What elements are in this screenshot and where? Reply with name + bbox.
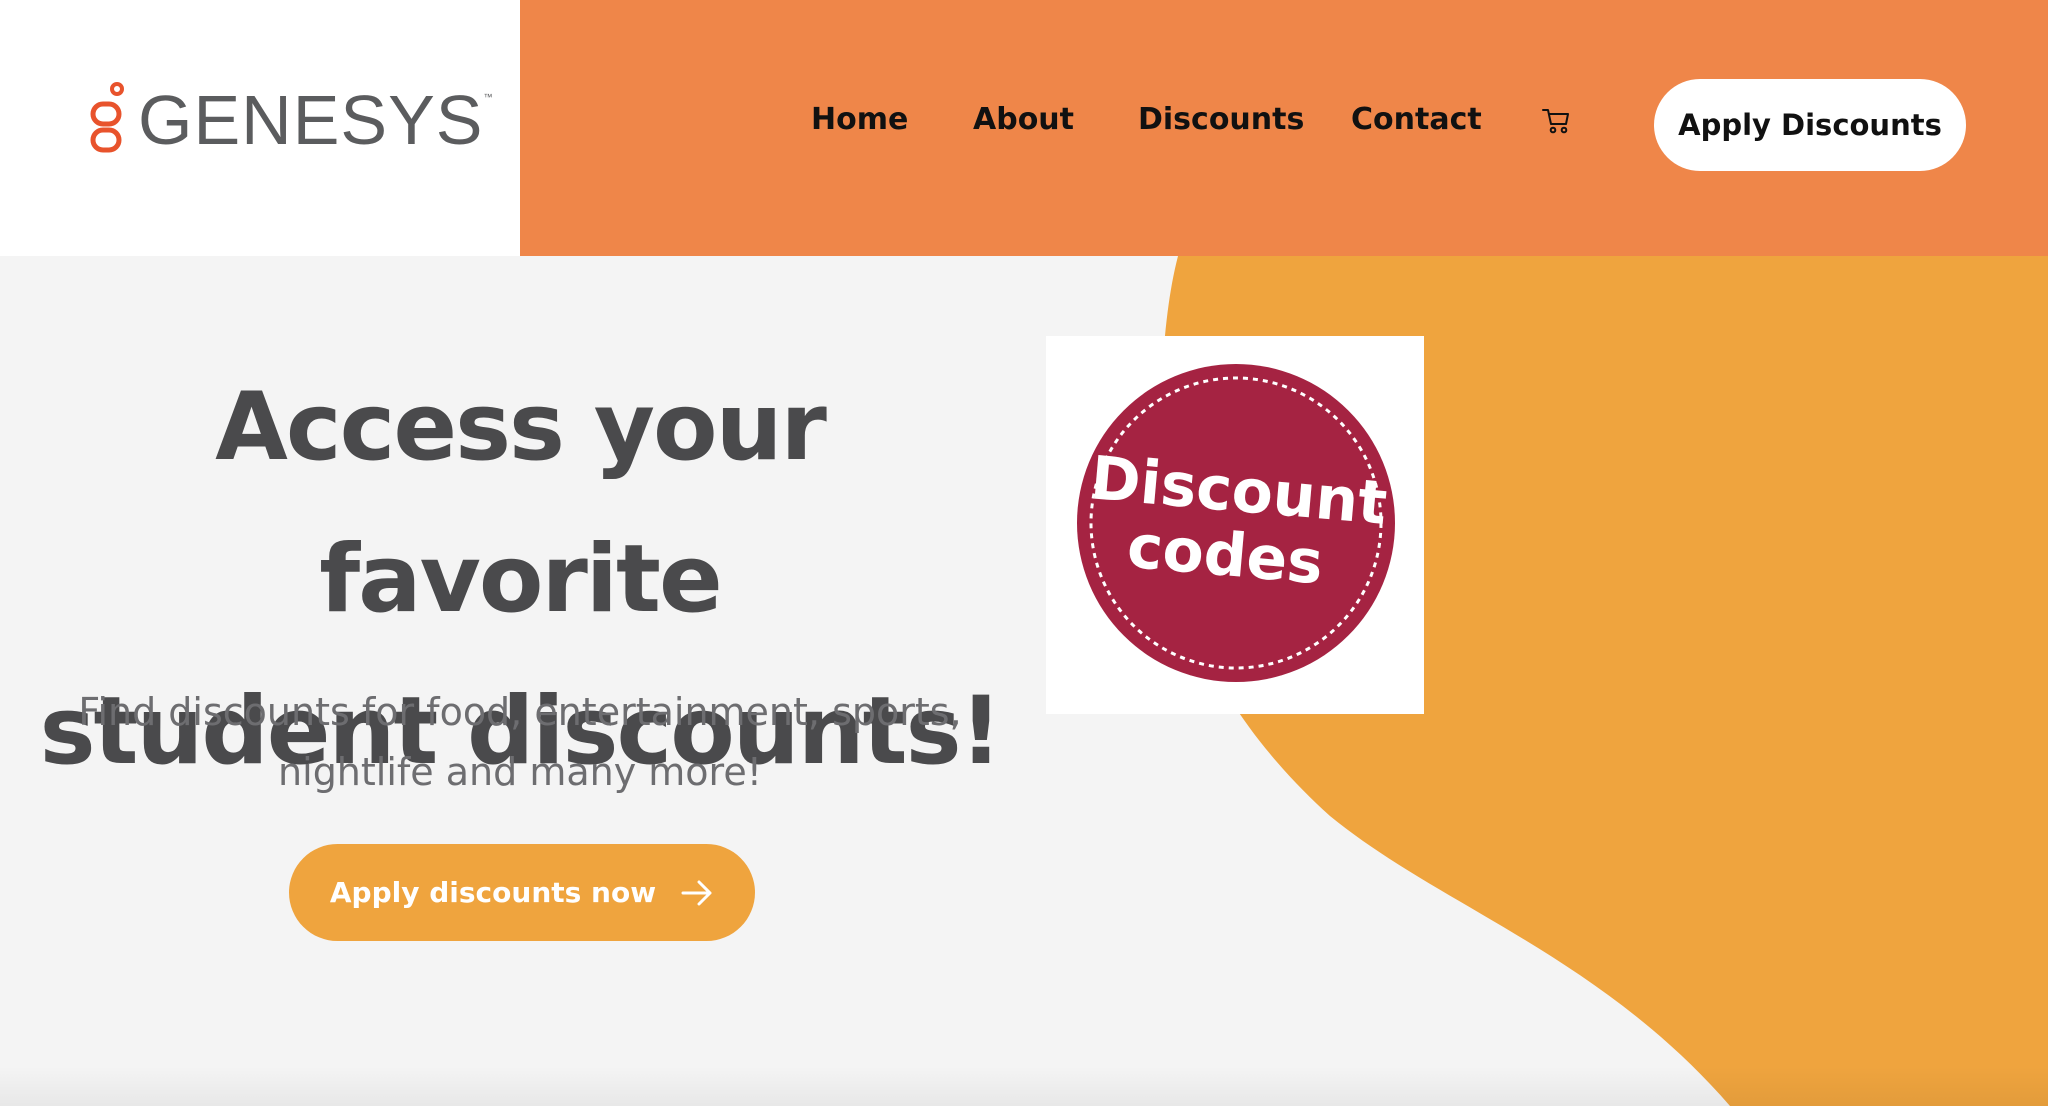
hero-subtitle-line-1: Find discounts for food, entertainment, … [78, 690, 962, 734]
nav-item-home[interactable]: Home [811, 102, 908, 137]
nav-item-contact[interactable]: Contact [1351, 102, 1482, 137]
cart-icon[interactable] [1541, 106, 1571, 136]
genesys-logo[interactable]: GENESYS ™ [90, 78, 492, 162]
hero-subtitle-line-2: nightlife and many more! [278, 750, 762, 794]
logo-trademark: ™ [483, 92, 493, 102]
apply-discounts-now-button[interactable]: Apply discounts now [289, 844, 755, 941]
genesys-logo-mark-icon [90, 82, 124, 153]
nav-item-about[interactable]: About [973, 102, 1074, 137]
nav-item-discounts[interactable]: Discounts [1138, 102, 1304, 137]
cta-label: Apply discounts now [329, 876, 657, 909]
discount-badge-graphic: Discount codes [1077, 364, 1395, 682]
bottom-shadow [0, 1066, 2048, 1106]
page: GENESYS ™ Home About Discounts Contact A… [0, 0, 2048, 1106]
arrow-right-icon [681, 880, 712, 905]
site-header: GENESYS ™ Home About Discounts Contact A… [0, 0, 2048, 256]
apply-discounts-button[interactable]: Apply Discounts [1654, 79, 1966, 171]
hero-title-line-1: Access your favorite [215, 373, 827, 634]
discount-codes-image: Discount codes [1046, 336, 1424, 714]
hero-subtitle: Find discounts for food, entertainment, … [60, 682, 980, 802]
logo-text: GENESYS [138, 81, 484, 159]
logo-area: GENESYS ™ [0, 0, 520, 256]
